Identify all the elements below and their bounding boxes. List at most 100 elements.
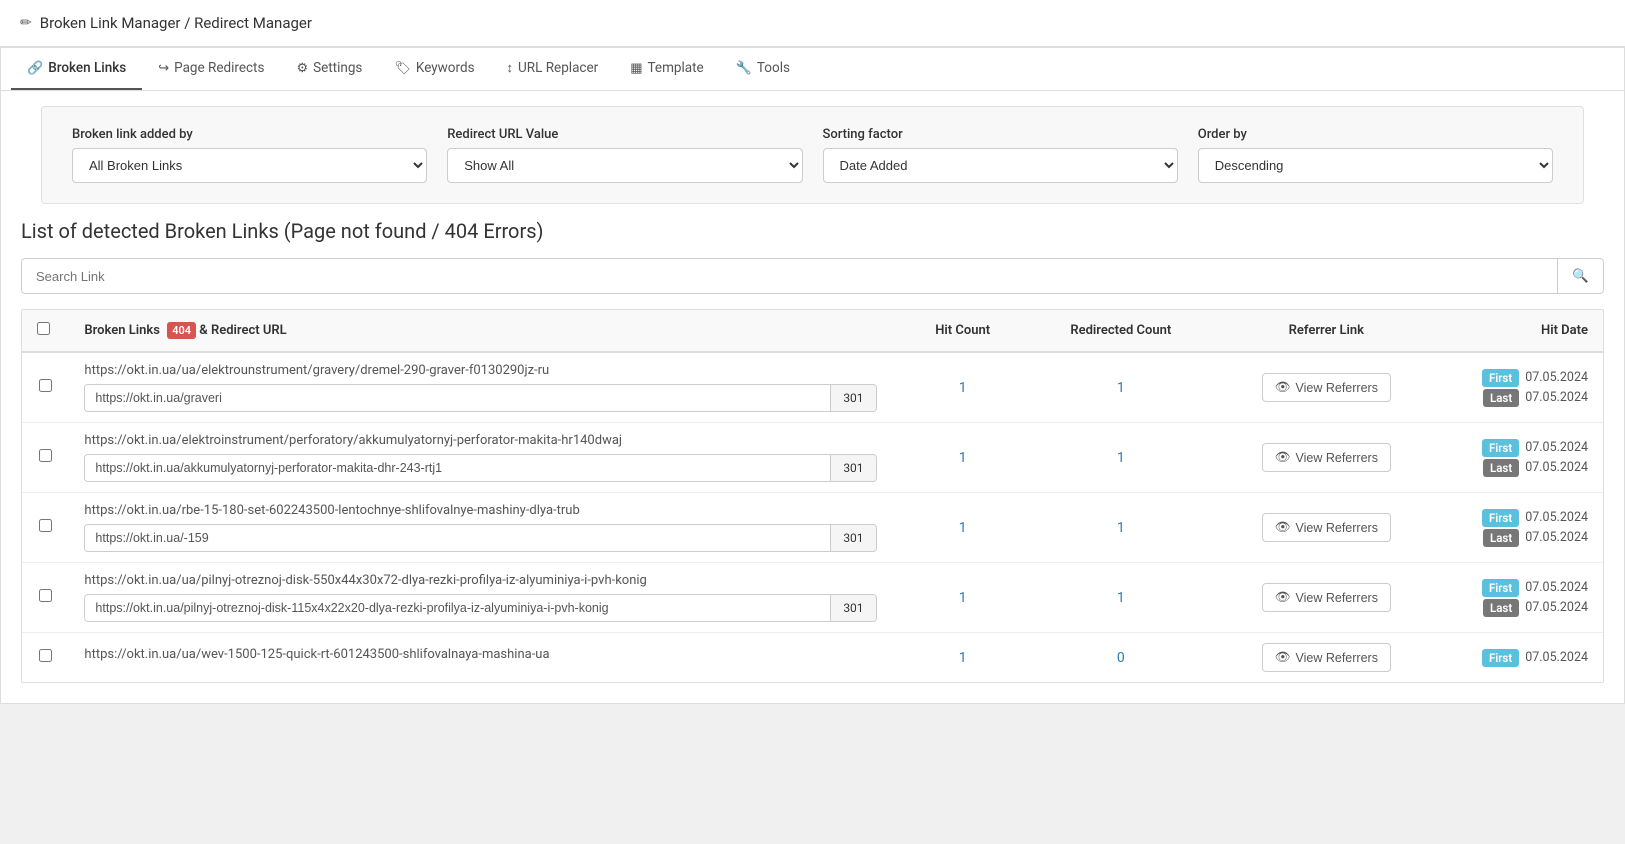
referrer-cell: 👁 View Referrers [1208,423,1445,493]
filter-order-select[interactable]: Descending Ascending [1198,148,1553,183]
redirect-url-input[interactable] [85,385,830,411]
redirected-count-cell: 0 [1034,633,1208,683]
redirect-url-input[interactable] [85,525,830,551]
redirect-code: 301 [830,385,875,411]
broken-link-cell: https://okt.in.ua/rbe-15-180-set-6022435… [69,493,891,563]
tab-template[interactable]: ▦ Template [614,48,719,90]
referrer-cell: 👁 View Referrers [1208,563,1445,633]
search-input[interactable] [22,259,1557,293]
template-icon: ▦ [630,61,642,76]
filter-redirect-url-select[interactable]: Show All With Redirect Without Redirect [447,148,802,183]
hit-date-cell: First 07.05.2024 Last 07.05.2024 [1445,423,1603,493]
row-checkbox-cell [22,563,69,633]
view-referrers-button[interactable]: 👁 View Referrers [1262,513,1391,542]
first-date-row: First 07.05.2024 [1460,509,1588,527]
row-checkbox-cell [22,633,69,683]
broken-link-cell: https://okt.in.ua/elektroinstrument/perf… [69,423,891,493]
redirect-url-box: 301 [84,524,876,552]
tabs-bar: 🔗 Broken Links ↪ Page Redirects ⚙ Settin… [1,48,1624,91]
redirect-url-input[interactable] [85,595,830,621]
last-badge: Last [1483,459,1519,477]
page-redirects-icon: ↪ [158,61,169,76]
row-checkbox-cell [22,423,69,493]
broken-link-url: https://okt.in.ua/elektroinstrument/perf… [84,433,876,448]
eye-icon: 👁 [1275,380,1291,395]
search-bar: 🔍 [21,258,1604,294]
view-referrers-button[interactable]: 👁 View Referrers [1262,643,1391,672]
table-container: Broken Links 404 & Redirect URL Hit Coun… [21,309,1604,683]
first-date: 07.05.2024 [1525,580,1588,595]
view-referrers-button[interactable]: 👁 View Referrers [1262,373,1391,402]
table-row: https://okt.in.ua/ua/wev-1500-125-quick-… [22,633,1603,683]
filter-order-by: Order by Descending Ascending [1198,127,1553,183]
search-button[interactable]: 🔍 [1557,259,1603,293]
row-checkbox[interactable] [39,449,52,462]
search-icon: 🔍 [1572,268,1589,283]
broken-link-cell: https://okt.in.ua/ua/elektrounstrument/g… [69,352,891,423]
redirected-count-cell: 1 [1034,563,1208,633]
first-date-row: First 07.05.2024 [1460,579,1588,597]
select-all-checkbox[interactable] [37,322,50,335]
section-title: List of detected Broken Links (Page not … [21,219,1604,243]
redirected-count-cell: 1 [1034,423,1208,493]
redirect-code: 301 [830,455,875,481]
row-checkbox[interactable] [39,519,52,532]
hit-count-cell: 1 [892,563,1034,633]
filter-broken-link-select[interactable]: All Broken Links Admin Visitor [72,148,427,183]
tab-tools[interactable]: 🔧 Tools [720,48,806,90]
broken-link-url: https://okt.in.ua/rbe-15-180-set-6022435… [84,503,876,518]
redirect-url-box: 301 [84,454,876,482]
last-date-row: Last 07.05.2024 [1460,599,1588,617]
broken-link-url: https://okt.in.ua/ua/pilnyj-otreznoj-dis… [84,573,876,588]
broken-link-cell: https://okt.in.ua/ua/pilnyj-otreznoj-dis… [69,563,891,633]
redirect-code: 301 [830,595,875,621]
filter-sorting-factor: Sorting factor Date Added Hit Count Redi… [823,127,1178,183]
view-referrers-button[interactable]: 👁 View Referrers [1262,583,1391,612]
tab-settings[interactable]: ⚙ Settings [280,48,378,90]
last-date: 07.05.2024 [1525,600,1588,615]
tools-icon: 🔧 [736,61,752,76]
hit-date-cell: First 07.05.2024 Last 07.05.2024 [1445,493,1603,563]
first-badge: First [1482,369,1519,387]
pencil-icon: ✏ [20,15,32,31]
first-date-row: First 07.05.2024 [1460,369,1588,387]
view-referrers-button[interactable]: 👁 View Referrers [1262,443,1391,472]
first-badge: First [1482,579,1519,597]
first-date-row: First 07.05.2024 [1460,439,1588,457]
page-title: Broken Link Manager / Redirect Manager [40,14,312,32]
main-container: 🔗 Broken Links ↪ Page Redirects ⚙ Settin… [0,47,1625,704]
referrer-cell: 👁 View Referrers [1208,633,1445,683]
row-checkbox[interactable] [39,649,52,662]
first-badge: First [1482,439,1519,457]
row-checkbox[interactable] [39,589,52,602]
hit-count-cell: 1 [892,633,1034,683]
last-badge: Last [1483,389,1519,407]
tab-keywords[interactable]: 🏷 Keywords [378,48,490,90]
filter-broken-link-label: Broken link added by [72,127,427,142]
first-date: 07.05.2024 [1525,440,1588,455]
eye-icon: 👁 [1275,450,1291,465]
hit-date-cell: First 07.05.2024 [1445,633,1603,683]
redirect-url-box: 301 [84,594,876,622]
tab-broken-links[interactable]: 🔗 Broken Links [11,48,142,90]
referrer-cell: 👁 View Referrers [1208,352,1445,423]
url-replacer-icon: ↕ [507,60,514,76]
row-checkbox[interactable] [39,379,52,392]
broken-link-cell: https://okt.in.ua/ua/wev-1500-125-quick-… [69,633,891,683]
filter-sorting-label: Sorting factor [823,127,1178,142]
broken-links-icon: 🔗 [27,61,43,76]
tab-page-redirects[interactable]: ↪ Page Redirects [142,48,280,90]
header-hit-count: Hit Count [892,310,1034,352]
row-checkbox-cell [22,352,69,423]
broken-link-url: https://okt.in.ua/ua/elektrounstrument/g… [84,363,876,378]
redirect-url-input[interactable] [85,455,830,481]
first-badge: First [1482,509,1519,527]
hit-date-cell: First 07.05.2024 Last 07.05.2024 [1445,352,1603,423]
eye-icon: 👁 [1275,590,1291,605]
hit-date-cell: First 07.05.2024 Last 07.05.2024 [1445,563,1603,633]
filter-sorting-select[interactable]: Date Added Hit Count Redirected Count [823,148,1178,183]
first-badge: First [1482,649,1519,667]
tab-url-replacer[interactable]: ↕ URL Replacer [491,48,615,90]
header-hit-date: Hit Date [1445,310,1603,352]
table-row: https://okt.in.ua/rbe-15-180-set-6022435… [22,493,1603,563]
